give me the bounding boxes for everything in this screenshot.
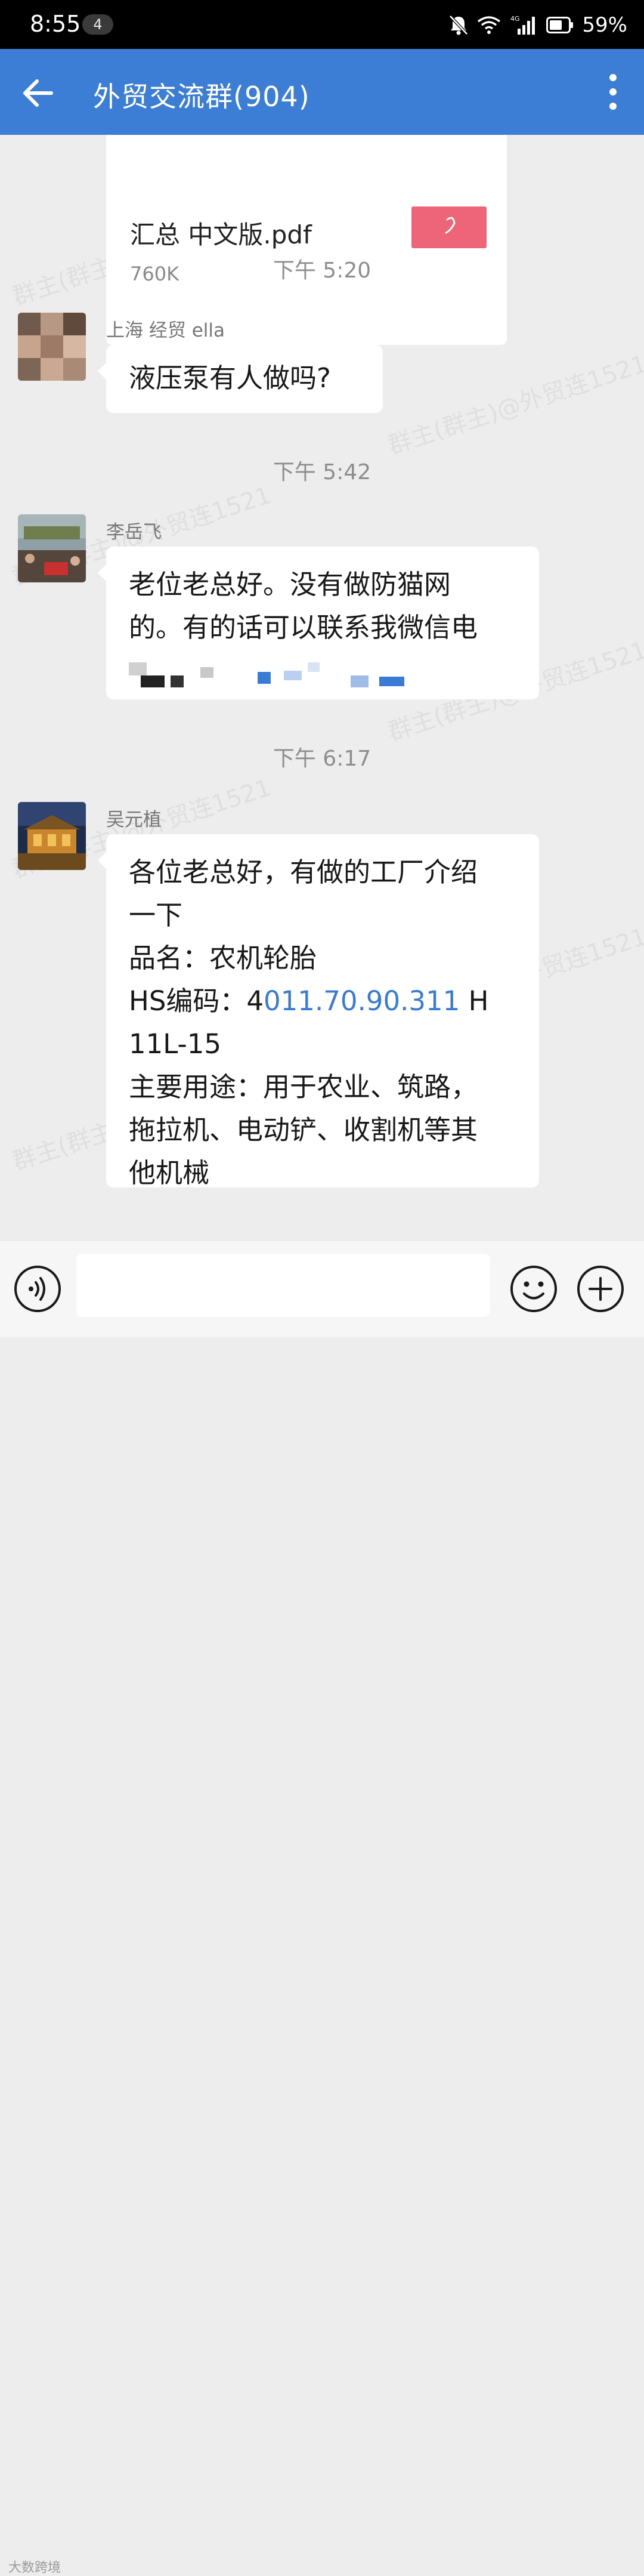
cellular-signal-icon: 4G xyxy=(510,15,535,35)
emoji-icon xyxy=(510,1266,557,1312)
hs-code-label: HS编码：4 xyxy=(129,985,264,1017)
more-actions-button[interactable] xyxy=(576,1264,625,1313)
message-text: 的。有的话可以联系我微信电 xyxy=(129,612,478,643)
message-text: 各位老总好，有做的工厂介绍 xyxy=(129,856,478,888)
message-timestamp: 下午 6:17 xyxy=(273,746,371,771)
voice-icon xyxy=(14,1266,61,1312)
avatar[interactable] xyxy=(18,802,86,870)
message-text: 11L-15 xyxy=(129,1028,222,1060)
message-timestamp: 下午 5:42 xyxy=(273,460,371,485)
message-bubble[interactable]: 液压泵有人做吗? xyxy=(98,345,383,413)
notification-count-badge: 4 xyxy=(82,14,113,35)
message-text: 他机械 xyxy=(129,1157,210,1189)
back-arrow-icon xyxy=(23,79,53,107)
message-text: 主要用途：用于农业、筑路， xyxy=(129,1071,478,1103)
chat-header: 外贸交流群(904) xyxy=(0,49,644,135)
voice-button[interactable] xyxy=(13,1264,62,1313)
file-name: 汇总 中文版.pdf xyxy=(130,220,312,249)
message-bubble[interactable]: 老位老总好。没有做防猫网 的。有的话可以联系我微信电 xyxy=(98,547,539,699)
corner-watermark: 大数跨境 xyxy=(8,2560,61,2575)
more-vertical-icon xyxy=(609,74,617,110)
svg-text:4G: 4G xyxy=(510,15,520,23)
more-options-button[interactable] xyxy=(595,70,631,113)
back-button[interactable] xyxy=(20,75,56,111)
status-time: 8:55 xyxy=(30,11,81,37)
status-bar: 8:55 4 4G 59% xyxy=(0,0,644,49)
message-text: 品名：农机轮胎 xyxy=(129,942,317,974)
sender-name: 吴元植 xyxy=(106,809,162,831)
plus-icon xyxy=(577,1266,624,1312)
redacted-contact-info xyxy=(129,649,516,692)
pdf-file-icon xyxy=(411,206,487,248)
message-text: 液压泵有人做吗? xyxy=(129,362,331,394)
hs-code-suffix: H xyxy=(460,985,489,1017)
message-bubble[interactable]: 各位老总好，有做的工厂介绍 一下 品名：农机轮胎 HS编码：4011.70.90… xyxy=(98,834,539,1189)
message-text: 老位老总好。没有做防猫网 xyxy=(129,569,451,600)
message-text-hs-code: HS编码：4011.70.90.311 H xyxy=(129,980,516,1023)
status-icons: 4G 59% xyxy=(448,12,627,38)
avatar[interactable] xyxy=(18,514,86,582)
sender-name: 李岳飞 xyxy=(106,522,162,543)
wifi-icon xyxy=(478,16,501,34)
message-input-bar: 大数跨境 xyxy=(0,1240,644,2575)
battery-icon xyxy=(546,17,574,33)
sender-name: 上海 经贸 ella xyxy=(106,320,225,341)
avatar[interactable] xyxy=(18,313,86,381)
message-input[interactable] xyxy=(76,1254,490,1317)
bell-off-icon xyxy=(449,15,469,35)
message-timestamp: 下午 5:20 xyxy=(273,258,371,283)
chat-message-list[interactable]: 群主(群主)@外贸连1521 群主(群主)@外贸连1521 群主(群主)@外贸连… xyxy=(0,135,644,1240)
message-text: 拖拉机、电动铲、收割机等其 xyxy=(129,1114,478,1146)
emoji-button[interactable] xyxy=(509,1264,558,1313)
message-text: 一下 xyxy=(129,899,183,931)
hs-code-link[interactable]: 011.70.90.311 xyxy=(264,985,460,1017)
battery-percentage: 59% xyxy=(582,13,627,37)
watermark: 群主(群主)@外贸连1521 xyxy=(385,350,644,460)
file-message-card[interactable]: 汇总 中文版.pdf 760K xyxy=(106,135,507,345)
group-title: 外贸交流群(904) xyxy=(93,81,310,113)
